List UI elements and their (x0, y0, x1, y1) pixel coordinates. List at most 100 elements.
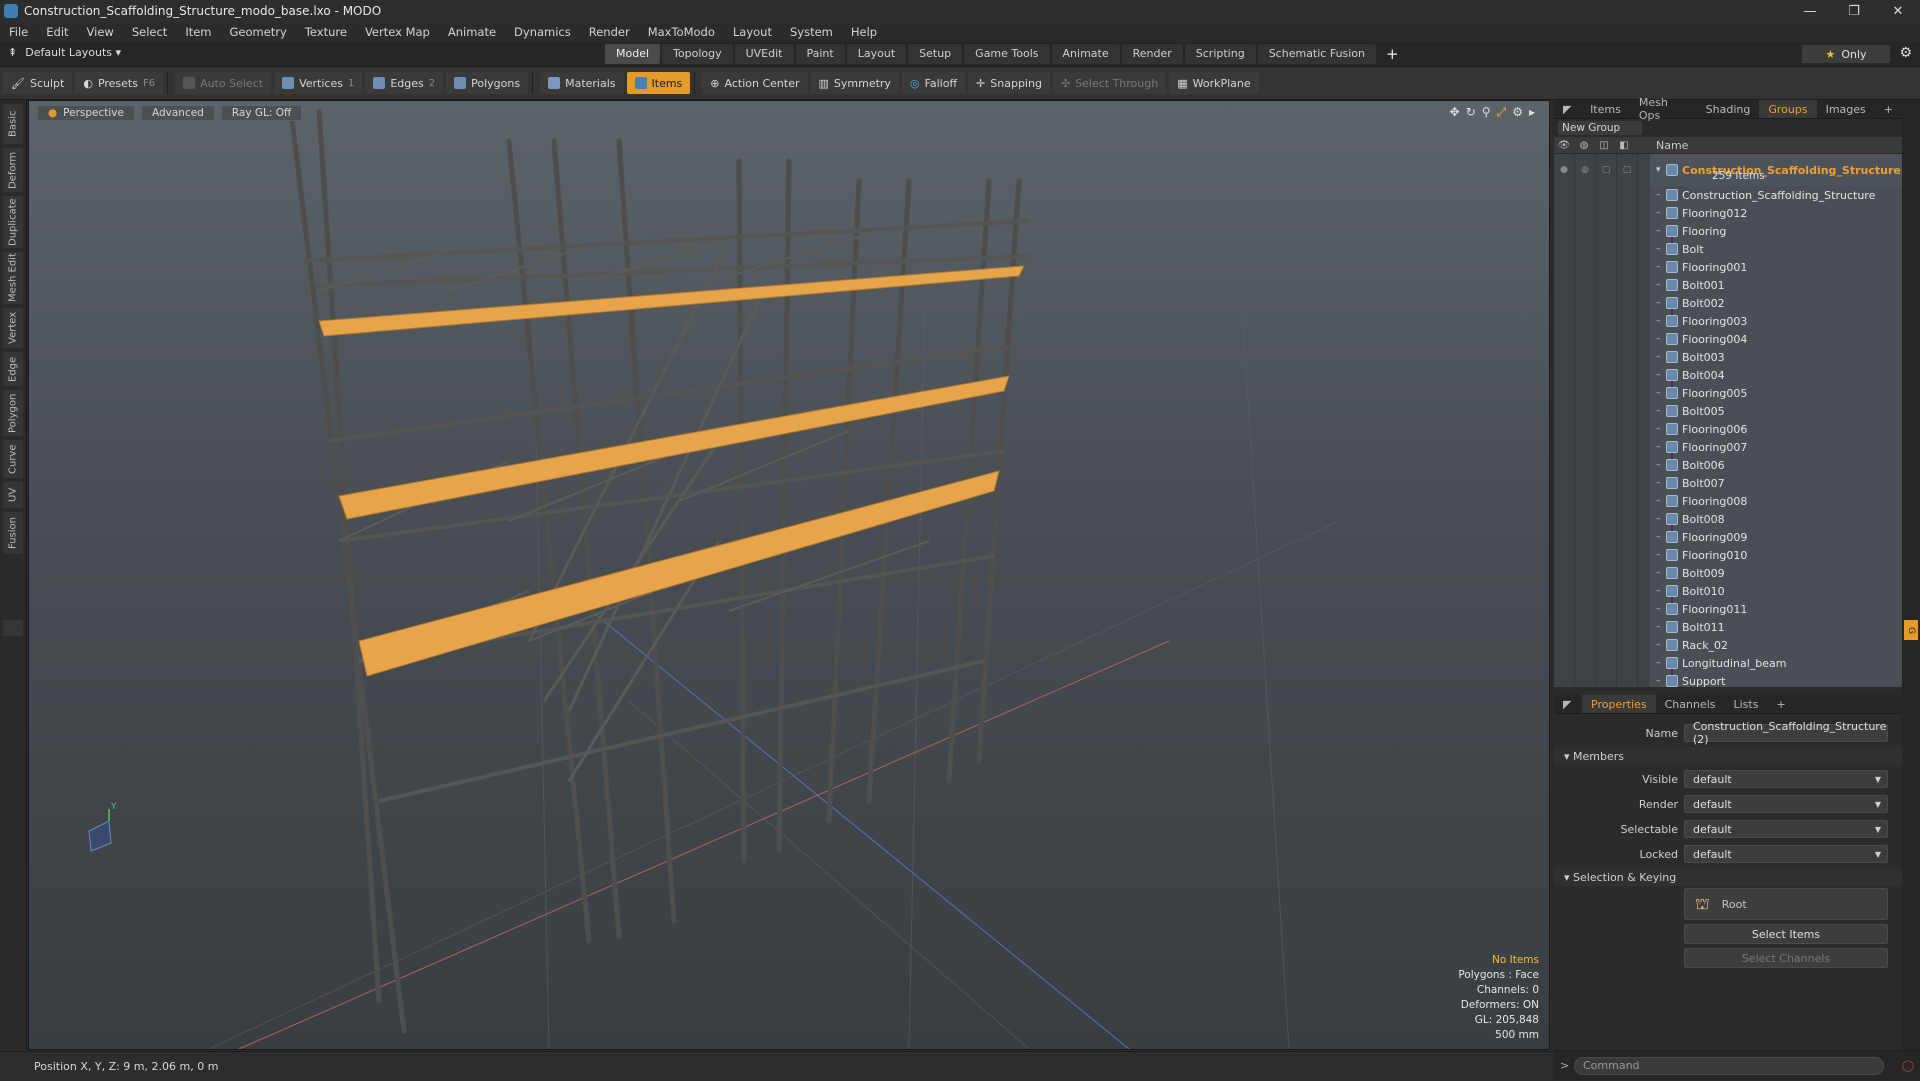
group-root-row[interactable]: ● ◍ ▢ ▢ ▾ Construction_Scaffolding_Structur… (1554, 154, 1902, 186)
raygl-toggle[interactable]: Ray GL: Off (220, 105, 303, 121)
menu-system[interactable]: System (781, 25, 842, 39)
command-record-icon[interactable]: ◯ (1902, 1059, 1914, 1072)
selectable-select[interactable]: default ▼ (1684, 820, 1888, 838)
only-toggle[interactable]: ★ Only (1802, 45, 1890, 63)
group-member-row[interactable]: – Construction_Scaffolding_Structure (1554, 186, 1902, 204)
group-member-row[interactable]: – Flooring (1554, 222, 1902, 240)
select-items-button[interactable]: Select Items (1684, 924, 1888, 944)
menu-maxtomodo[interactable]: MaxToModo (639, 25, 724, 39)
symmetry-button[interactable]: ▥ Symmetry (810, 72, 899, 94)
selection-keying-section[interactable]: ▾ Selection & Keying (1554, 868, 1902, 886)
command-input[interactable]: Command (1574, 1056, 1884, 1075)
auto-select-button[interactable]: Auto Select (175, 72, 272, 94)
edges-button[interactable]: Edges 2 (365, 72, 444, 94)
add-tab-button[interactable]: + (1378, 44, 1407, 64)
tab-images[interactable]: Images (1817, 100, 1875, 118)
zoom-icon[interactable]: ⚲ (1482, 105, 1491, 120)
falloff-button[interactable]: ◎ Falloff (901, 72, 966, 94)
group-member-row[interactable]: – Support (1554, 672, 1902, 687)
group-member-row[interactable]: – Flooring005 (1554, 384, 1902, 402)
materials-button[interactable]: Materials (540, 72, 624, 94)
tooltab-uv[interactable]: UV (3, 482, 23, 508)
locked-select[interactable]: default ▼ (1684, 845, 1888, 863)
group-member-row[interactable]: – Bolt009 (1554, 564, 1902, 582)
menu-edit[interactable]: Edit (37, 25, 77, 39)
tab-setup[interactable]: Setup (908, 44, 963, 64)
viewport-view-dropdown[interactable]: ● Perspective (37, 105, 135, 121)
menu-select[interactable]: Select (123, 25, 176, 39)
tooltab-vertex[interactable]: Vertex (3, 308, 23, 348)
menu-texture[interactable]: Texture (296, 25, 356, 39)
tooltab-duplicate[interactable]: Duplicate (3, 196, 23, 248)
tab-mesh-ops[interactable]: Mesh Ops (1630, 96, 1697, 122)
group-member-row[interactable]: – Flooring011 (1554, 600, 1902, 618)
layout-collapse-icon[interactable]: ⇞ (8, 46, 17, 59)
group-member-row[interactable]: – Flooring003 (1554, 312, 1902, 330)
menu-item[interactable]: Item (176, 25, 220, 39)
viewport-more-icon[interactable]: ▸ (1529, 105, 1535, 120)
polygons-button[interactable]: Polygons (446, 72, 529, 94)
items-button[interactable]: Items (626, 72, 691, 94)
menu-animate[interactable]: Animate (439, 25, 505, 39)
group-member-row[interactable]: – Bolt011 (1554, 618, 1902, 636)
group-member-row[interactable]: – Flooring010 (1554, 546, 1902, 564)
menu-render[interactable]: Render (580, 25, 639, 39)
menu-view[interactable]: View (78, 25, 123, 39)
tab-uvedit[interactable]: UVEdit (734, 44, 794, 64)
menu-help[interactable]: Help (842, 25, 886, 39)
viewport-settings-icon[interactable]: ⚙ (1512, 105, 1523, 120)
default-layouts-dropdown[interactable]: Default Layouts ▾ (25, 46, 121, 59)
visible-select[interactable]: default ▼ (1684, 770, 1888, 788)
3d-viewport[interactable]: Y ● Perspective Advanced Ray GL: Off ✥ ↻ … (28, 100, 1550, 1050)
tooltab-curve[interactable]: Curve (3, 440, 23, 478)
add-panel-tab-icon[interactable]: + (1875, 100, 1902, 118)
menu-file[interactable]: File (0, 25, 37, 39)
menu-vertex-map[interactable]: Vertex Map (356, 25, 439, 39)
group-member-row[interactable]: – Bolt008 (1554, 510, 1902, 528)
tab-topology[interactable]: Topology (662, 44, 733, 64)
select-through-button[interactable]: ✣ Select Through (1052, 72, 1167, 94)
group-member-row[interactable]: – Flooring009 (1554, 528, 1902, 546)
tab-model[interactable]: Model (605, 44, 661, 64)
tooltab-extra[interactable] (3, 620, 23, 636)
tab-scripting[interactable]: Scripting (1184, 44, 1256, 64)
minimize-button[interactable]: — (1788, 0, 1832, 22)
tab-schematic-fusion[interactable]: Schematic Fusion (1257, 44, 1377, 64)
group-member-row[interactable]: – Flooring006 (1554, 420, 1902, 438)
gear-icon[interactable]: ⚙ (1899, 45, 1912, 61)
menu-geometry[interactable]: Geometry (221, 25, 296, 39)
name-field[interactable]: Construction_Scaffolding_Structure (2) (1684, 720, 1888, 746)
fit-view-icon[interactable]: ⤢ (1497, 105, 1507, 120)
presets-button[interactable]: ◐ Presets F6 (75, 72, 164, 94)
tab-shading[interactable]: Shading (1697, 100, 1760, 118)
select-col-icon[interactable]: ◫ (1594, 140, 1614, 151)
sidetab-groups[interactable]: G (1904, 620, 1918, 640)
group-member-row[interactable]: – Bolt006 (1554, 456, 1902, 474)
tooltab-basic[interactable]: Basic (3, 104, 23, 144)
tab-paint[interactable]: Paint (795, 44, 845, 64)
action-center-button[interactable]: ⊕ Action Center (702, 72, 808, 94)
group-member-row[interactable]: – Longitudinal_beam (1554, 654, 1902, 672)
tab-animate[interactable]: Animate (1051, 44, 1120, 64)
menu-layout[interactable]: Layout (724, 25, 781, 39)
tab-lists[interactable]: Lists (1725, 695, 1768, 713)
group-member-row[interactable]: – Flooring007 (1554, 438, 1902, 456)
tab-render[interactable]: Render (1121, 44, 1183, 64)
pan-icon[interactable]: ✥ (1450, 105, 1460, 120)
group-member-row[interactable]: – Flooring012 (1554, 204, 1902, 222)
tab-items[interactable]: Items (1581, 100, 1630, 118)
menu-dynamics[interactable]: Dynamics (505, 25, 580, 39)
tooltab-edge[interactable]: Edge (3, 352, 23, 386)
group-member-row[interactable]: – Flooring004 (1554, 330, 1902, 348)
render-col-icon[interactable]: ◍ (1574, 140, 1594, 151)
members-section[interactable]: ▾ Members (1554, 747, 1902, 765)
viewport-shading-dropdown[interactable]: Advanced (140, 105, 215, 121)
visibility-col-icon[interactable]: 👁 (1554, 140, 1574, 151)
group-member-row[interactable]: – Bolt001 (1554, 276, 1902, 294)
render-select[interactable]: default ▼ (1684, 795, 1888, 813)
rotate-icon[interactable]: ↻ (1466, 105, 1476, 120)
group-member-row[interactable]: – Bolt010 (1554, 582, 1902, 600)
sculpt-button[interactable]: 🖌 Sculpt (3, 72, 73, 94)
group-member-row[interactable]: – Rack_02 (1554, 636, 1902, 654)
collapse-icon[interactable]: ▾ (1656, 165, 1666, 175)
